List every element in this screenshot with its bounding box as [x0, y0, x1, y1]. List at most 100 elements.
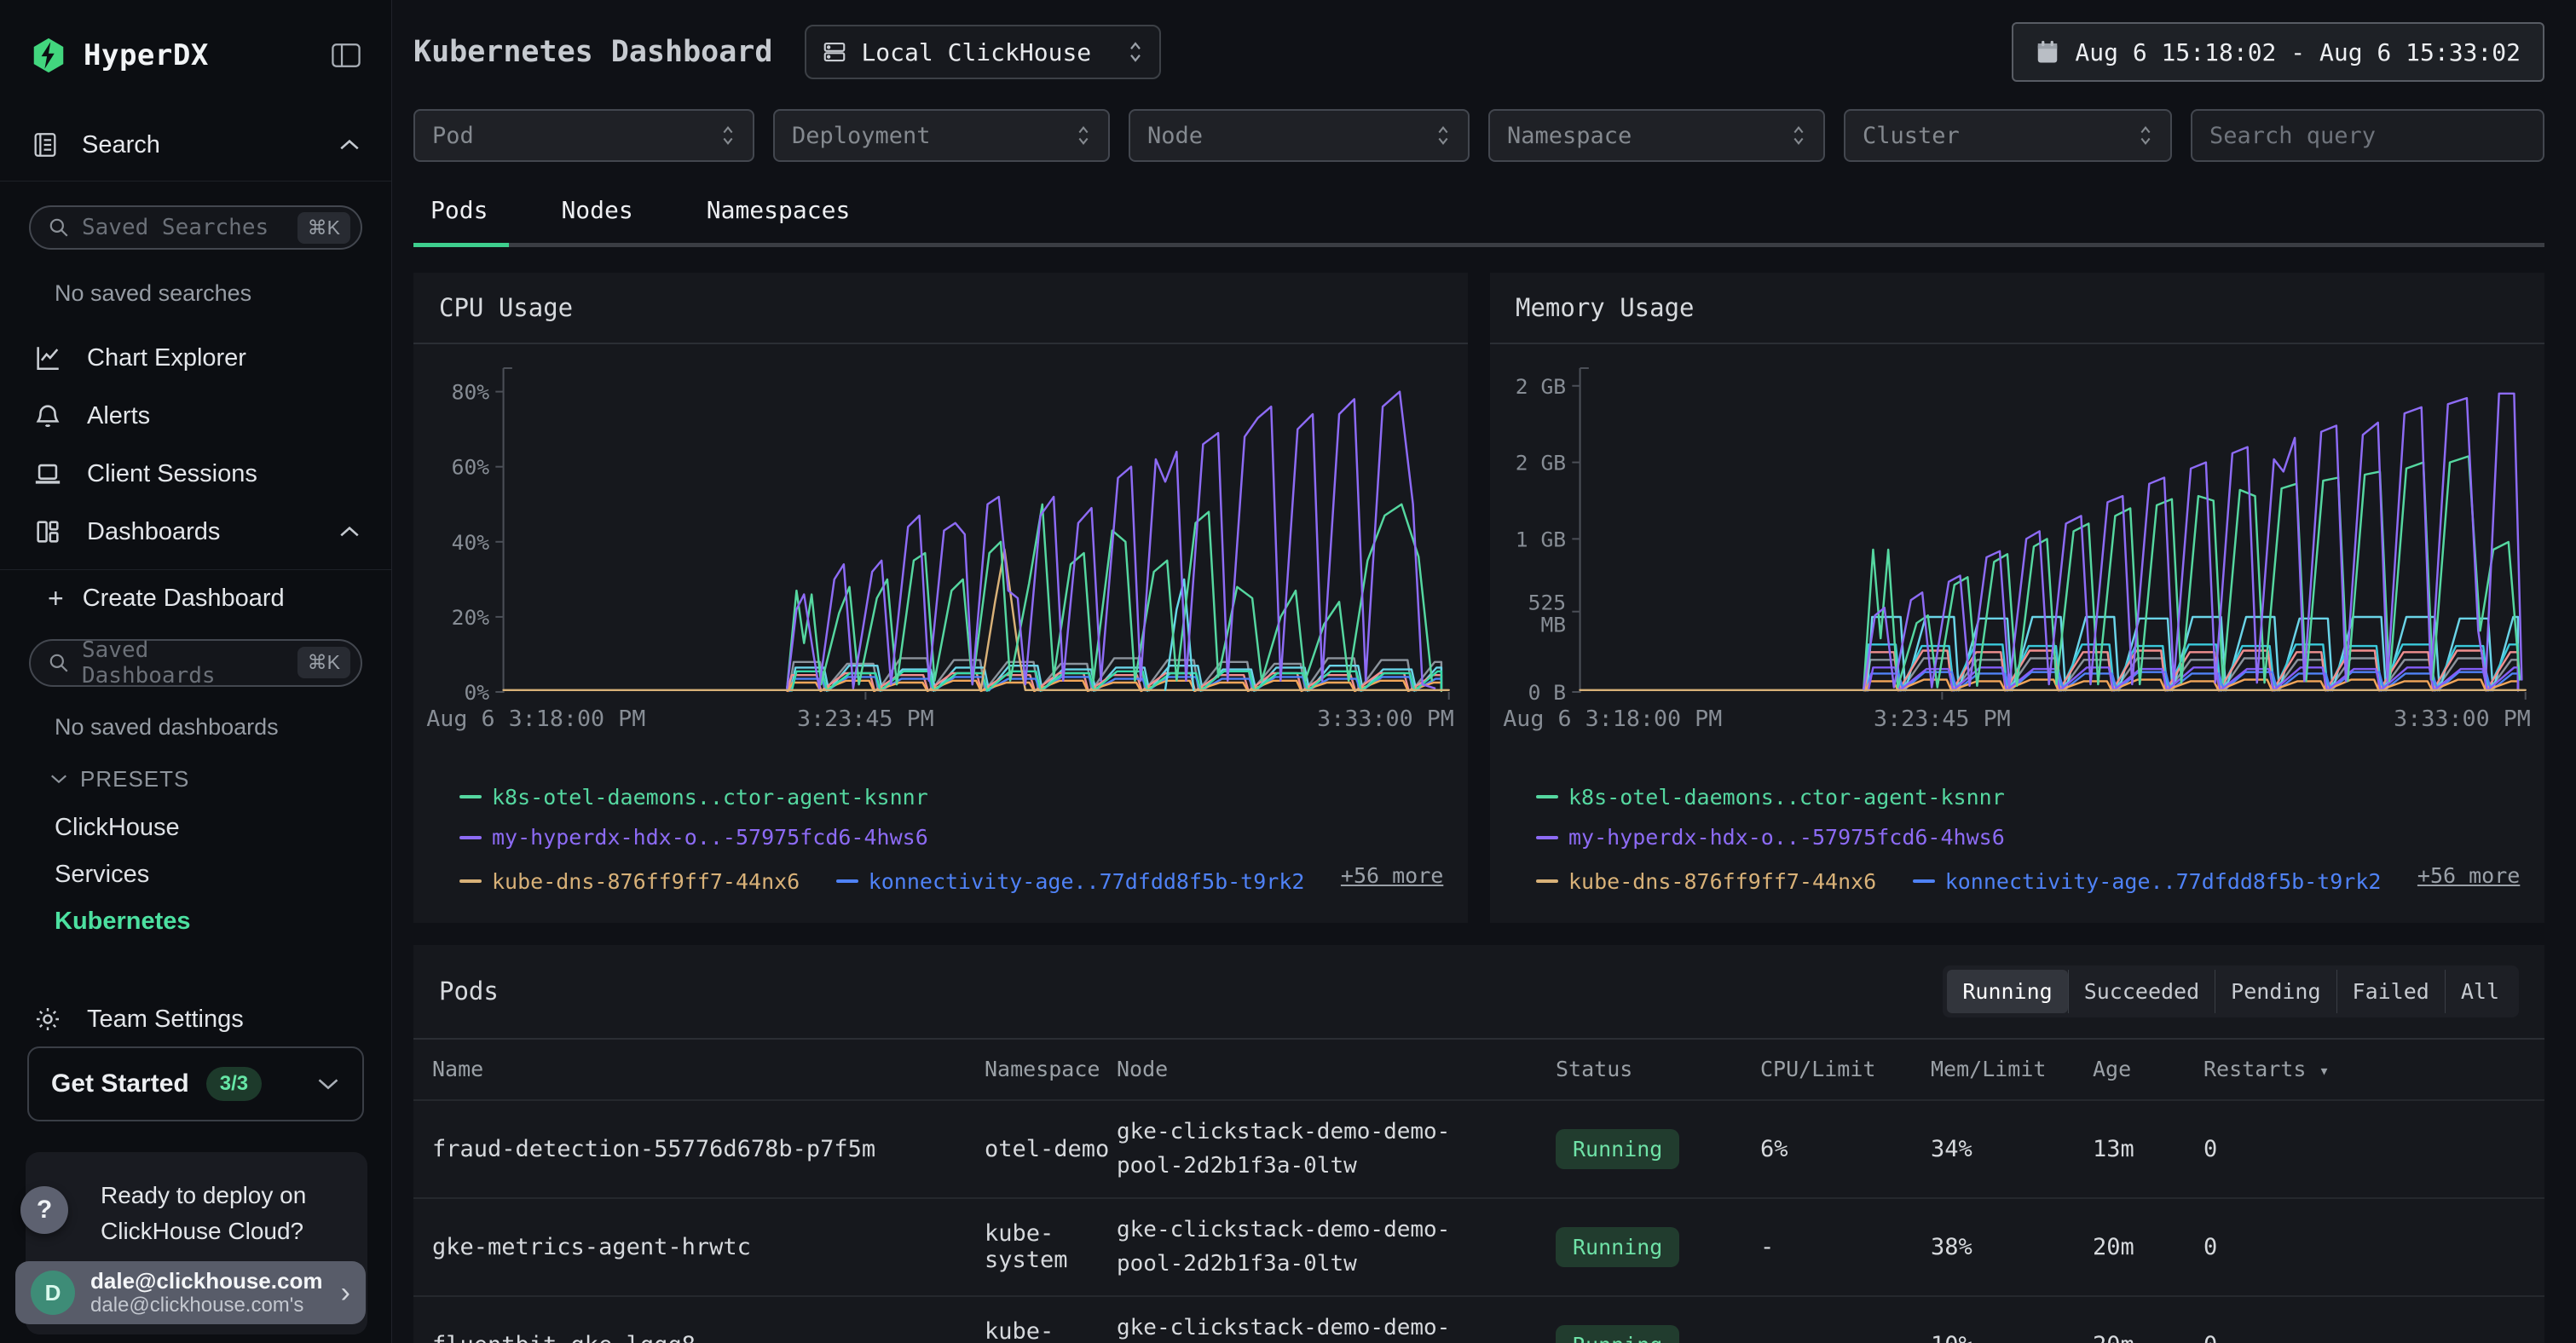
legend-item[interactable]: kube-dns-876ff9ff7-44nx6 [459, 862, 800, 901]
cpu-usage-chart[interactable]: 80%60%40%20%0%Aug 6 3:18:00 PM3:23:45 PM… [420, 358, 1458, 774]
saved-dashboards-input[interactable]: Saved Dashboards ⌘K [29, 639, 362, 687]
chevron-up-icon[interactable] [338, 138, 361, 152]
cloud-card-line2: ClickHouse Cloud? [101, 1213, 355, 1249]
presets-label: PRESETS [80, 766, 189, 793]
cell-name[interactable]: gke-metrics-agent-hrwtc [432, 1234, 985, 1260]
legend-swatch [459, 836, 482, 839]
cluster-filter-select[interactable]: Cluster [1844, 109, 2172, 162]
col-restarts[interactable]: Restarts ▾ [2203, 1057, 2544, 1081]
svg-text:2 GB: 2 GB [1516, 451, 1566, 476]
memory-usage-chart[interactable]: 2 GB2 GB1 GB525MB0 BAug 6 3:18:00 PM3:23… [1497, 358, 2534, 774]
sidebar-item-label: Alerts [87, 402, 150, 430]
deployment-filter-select[interactable]: Deployment [773, 109, 1110, 162]
tab-namespaces[interactable]: Namespaces [707, 196, 851, 224]
presets-toggle[interactable]: PRESETS [49, 766, 391, 793]
view-tabs: Pods Nodes Namespaces [413, 196, 2544, 247]
cluster-filter-placeholder: Cluster [1863, 123, 2138, 149]
sidebar-item-chart-explorer[interactable]: Chart Explorer [0, 329, 391, 387]
cpu-chart-body: 80%60%40%20%0%Aug 6 3:18:00 PM3:23:45 PM… [413, 344, 1468, 774]
sidebar-bottom: Get Started 3/3 ? Ready to deploy on Cli… [0, 1046, 391, 1343]
date-range-picker[interactable]: Aug 6 15:18:02 - Aug 6 15:33:02 [2012, 22, 2544, 82]
sort-caret-icon: ▾ [2319, 1060, 2329, 1081]
user-email: dale@clickhouse.com [90, 1268, 322, 1294]
laptop-icon [31, 459, 65, 488]
legend-more-link[interactable]: +56 more [1341, 863, 1443, 888]
svg-text:3:23:45 PM: 3:23:45 PM [1874, 706, 2011, 732]
chevron-right-icon: › [341, 1277, 350, 1310]
cell-name[interactable]: fraud-detection-55776d678b-p7f5m [432, 1136, 985, 1162]
status-filter-failed[interactable]: Failed [2336, 970, 2445, 1013]
status-filter-succeeded[interactable]: Succeeded [2068, 970, 2215, 1013]
legend-item[interactable]: konnectivity-age..77dfdd8f5b-t9rk2 [836, 862, 1305, 901]
svg-text:80%: 80% [452, 380, 490, 405]
legend-more-link[interactable]: +56 more [2417, 863, 2520, 888]
search-section-icon [31, 130, 60, 160]
col-mem-limit[interactable]: Mem/Limit [1931, 1057, 2093, 1081]
status-filter-running[interactable]: Running [1947, 970, 2067, 1013]
sidebar-collapse-icon[interactable] [330, 41, 362, 70]
create-dashboard-button[interactable]: + Create Dashboard [0, 570, 391, 627]
legend-item[interactable]: my-hyperdx-hdx-o..-57975fcd6-4hws6 [1536, 818, 2005, 856]
status-filter-all[interactable]: All [2445, 970, 2515, 1013]
get-started-button[interactable]: Get Started 3/3 [27, 1046, 364, 1121]
cell-cpu: - [1760, 1332, 1931, 1343]
legend-item[interactable]: k8s-otel-daemons..ctor-agent-ksnnr [459, 778, 928, 816]
status-badge: Running [1556, 1227, 1679, 1267]
saved-searches-input[interactable]: Saved Searches ⌘K [29, 205, 362, 250]
cell-namespace: kube-system [985, 1220, 1117, 1273]
hyperdx-logo-icon [29, 36, 68, 75]
col-namespace[interactable]: Namespace [985, 1057, 1117, 1081]
cell-name[interactable]: fluentbit-gke-lggq8 [432, 1332, 985, 1343]
svg-text:40%: 40% [452, 530, 490, 555]
help-button[interactable]: ? [20, 1186, 68, 1234]
pods-panel-title: Pods [439, 977, 499, 1006]
tab-pods[interactable]: Pods [430, 196, 488, 224]
cell-mem: 34% [1931, 1136, 2093, 1162]
svg-text:3:33:00 PM: 3:33:00 PM [2394, 706, 2531, 732]
namespace-filter-select[interactable]: Namespace [1488, 109, 1825, 162]
sidebar-item-dashboards[interactable]: Dashboards [0, 503, 391, 561]
pod-filter-select[interactable]: Pod [413, 109, 754, 162]
svg-text:20%: 20% [452, 605, 490, 630]
memory-usage-title: Memory Usage [1490, 273, 2544, 344]
no-saved-dashboards-text: No saved dashboards [55, 714, 391, 741]
legend-swatch [1536, 836, 1558, 839]
sidebar: HyperDX Search Saved Searches ⌘K No save… [0, 0, 392, 1343]
table-row[interactable]: gke-metrics-agent-hrwtc kube-system gke-… [413, 1197, 2544, 1295]
app-root: HyperDX Search Saved Searches ⌘K No save… [0, 0, 2576, 1343]
legend-item[interactable]: konnectivity-age..77dfdd8f5b-t9rk2 [1913, 862, 2382, 901]
table-row[interactable]: fluentbit-gke-lggq8 kube-system gke-clic… [413, 1295, 2544, 1343]
col-status[interactable]: Status [1556, 1057, 1760, 1081]
legend-item[interactable]: my-hyperdx-hdx-o..-57975fcd6-4hws6 [459, 818, 928, 856]
sidebar-item-alerts[interactable]: Alerts [0, 387, 391, 445]
node-filter-select[interactable]: Node [1129, 109, 1470, 162]
page-title: Kubernetes Dashboard [413, 35, 772, 69]
preset-clickhouse[interactable]: ClickHouse [55, 804, 391, 851]
user-menu[interactable]: D dale@clickhouse.com dale@clickhouse.co… [15, 1261, 366, 1324]
avatar: D [31, 1271, 75, 1315]
legend-item[interactable]: k8s-otel-daemons..ctor-agent-ksnnr [1536, 778, 2005, 816]
datasource-select[interactable]: Local ClickHouse [805, 25, 1161, 79]
col-name[interactable]: Name [432, 1057, 985, 1081]
col-node[interactable]: Node [1117, 1057, 1556, 1081]
col-age[interactable]: Age [2093, 1057, 2203, 1081]
chevron-up-icon[interactable] [338, 525, 361, 539]
sidebar-section-search[interactable]: Search [0, 130, 391, 160]
sidebar-item-client-sessions[interactable]: Client Sessions [0, 445, 391, 503]
get-started-progress-badge: 3/3 [206, 1067, 262, 1101]
svg-text:525: 525 [1528, 591, 1567, 615]
status-filter-pending[interactable]: Pending [2215, 970, 2336, 1013]
preset-kubernetes[interactable]: Kubernetes [55, 898, 391, 945]
search-query-input[interactable]: Search query [2191, 109, 2544, 162]
charts-row: CPU Usage 80%60%40%20%0%Aug 6 3:18:00 PM… [413, 273, 2544, 923]
chart-explorer-icon [31, 343, 65, 372]
col-cpu-limit[interactable]: CPU/Limit [1760, 1057, 1931, 1081]
user-team: dale@clickhouse.com's [90, 1294, 322, 1317]
cell-node: gke-clickstack-demo-demo-pool-2d2b1f3a-0… [1117, 1201, 1556, 1293]
sidebar-item-team-settings[interactable]: Team Settings [0, 993, 391, 1046]
legend-item[interactable]: kube-dns-876ff9ff7-44nx6 [1536, 862, 1876, 901]
svg-text:1 GB: 1 GB [1516, 527, 1566, 552]
preset-services[interactable]: Services [55, 851, 391, 898]
table-row[interactable]: fraud-detection-55776d678b-p7f5m otel-de… [413, 1099, 2544, 1197]
tab-nodes[interactable]: Nodes [561, 196, 632, 224]
